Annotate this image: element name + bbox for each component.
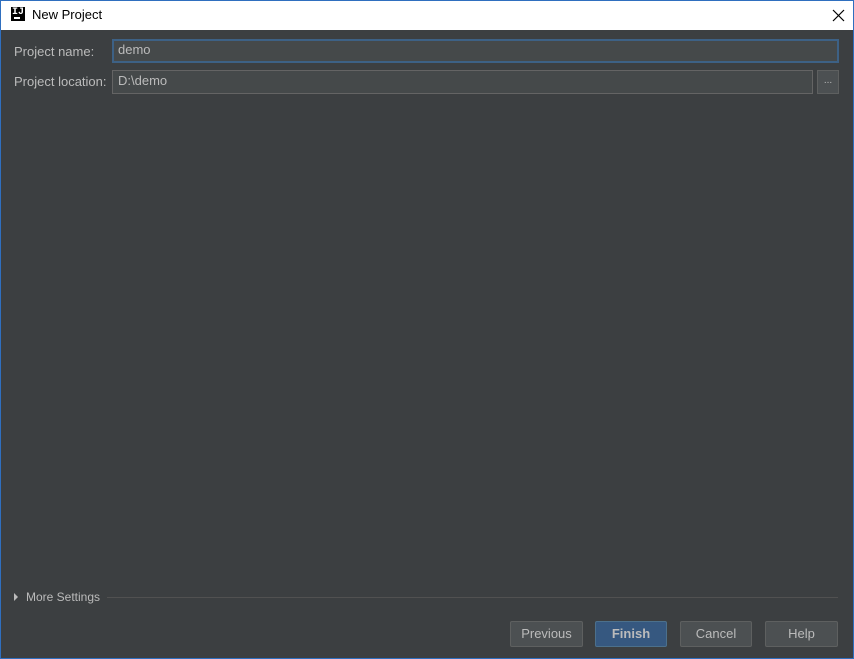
intellij-app-icon: IJ <box>11 7 25 21</box>
browse-button[interactable]: ... <box>817 70 839 94</box>
dialog-content: Project name: demo Project location: D:\… <box>1 30 853 658</box>
cancel-button[interactable]: Cancel <box>680 621 752 647</box>
app-icon-underline <box>14 17 20 19</box>
previous-button[interactable]: Previous <box>510 621 583 647</box>
project-location-label: Project location: <box>14 74 107 89</box>
project-name-input[interactable]: demo <box>112 39 839 63</box>
new-project-dialog: IJ New Project Project name: demo Projec… <box>0 0 854 659</box>
window-title: New Project <box>32 7 103 22</box>
more-settings-separator <box>107 597 838 598</box>
project-location-input[interactable]: D:\demo <box>112 70 813 94</box>
title-bar: IJ New Project <box>1 1 853 30</box>
more-settings-label: More Settings <box>26 590 101 604</box>
project-name-label: Project name: <box>14 44 95 59</box>
more-settings-toggle[interactable]: More Settings <box>14 590 100 604</box>
help-button[interactable]: Help <box>765 621 838 647</box>
close-button[interactable] <box>825 1 853 30</box>
expand-triangle-icon <box>14 593 18 601</box>
close-icon <box>832 9 845 22</box>
finish-button[interactable]: Finish <box>595 621 667 647</box>
